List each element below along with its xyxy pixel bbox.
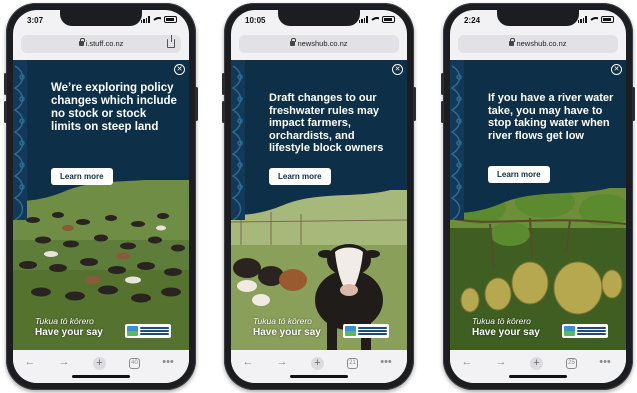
status-time: 2:24 <box>464 16 481 25</box>
signal-icon <box>358 16 368 23</box>
tabs-icon[interactable]: 40 <box>129 358 140 369</box>
ad-headline: If you have a river water take, you may … <box>488 92 614 142</box>
close-icon[interactable]: ✕ <box>611 64 622 75</box>
volume-down-button <box>222 101 225 123</box>
ad-tagline: Tukua tō kōrero <box>253 316 312 326</box>
learn-more-button[interactable]: Learn more <box>51 168 113 185</box>
phone-newshub-2: 2:24 newshub.co.nz ✕ If you have a river… <box>441 3 635 390</box>
ministry-logo <box>562 324 608 338</box>
power-button <box>195 87 198 121</box>
ad-headline: We’re exploring policy changes which inc… <box>51 82 177 133</box>
power-button <box>632 87 635 121</box>
ad-headline: Draft changes to our freshwater rules ma… <box>269 92 384 154</box>
address-bar[interactable]: i.stuff.co.nz <box>21 35 181 53</box>
learn-more-button[interactable]: Learn more <box>488 166 550 183</box>
ad-banner[interactable]: ✕ We’re exploring policy changes which i… <box>13 60 189 350</box>
notch <box>497 10 579 26</box>
more-icon[interactable]: ••• <box>379 356 393 368</box>
more-icon[interactable]: ••• <box>598 356 612 368</box>
have-your-say: Have your say <box>35 327 103 338</box>
status-icons <box>577 16 614 23</box>
wifi-icon <box>153 16 161 23</box>
back-arrow-icon[interactable]: ← <box>460 356 474 368</box>
back-arrow-icon[interactable]: ← <box>23 356 37 368</box>
kowhaiwhai-pattern <box>13 60 27 220</box>
phone-screen: 10:05 newshub.co.nz ✕ Draft changes to o… <box>231 10 407 383</box>
kowhaiwhai-pattern <box>450 60 464 220</box>
phone-newshub-1: 10:05 newshub.co.nz ✕ Draft changes to o… <box>222 3 416 390</box>
ad-banner[interactable]: ✕ Draft changes to our freshwater rules … <box>231 60 407 350</box>
ministry-logo <box>343 324 389 338</box>
wifi-icon <box>590 16 598 23</box>
status-icons <box>358 16 395 23</box>
signal-icon <box>577 16 587 23</box>
battery-icon <box>164 16 177 23</box>
url-text: newshub.co.nz <box>516 39 567 48</box>
volume-up-button <box>4 73 7 95</box>
power-button <box>413 87 416 121</box>
url-text: i.stuff.co.nz <box>85 39 124 48</box>
phone-screen: 3:07 i.stuff.co.nz ✕ We’re exploring pol… <box>13 10 189 383</box>
learn-more-button[interactable]: Learn more <box>269 168 331 185</box>
forward-arrow-icon[interactable]: → <box>494 356 508 368</box>
battery-icon <box>601 16 614 23</box>
forward-arrow-icon[interactable]: → <box>275 356 289 368</box>
have-your-say: Have your say <box>253 327 321 338</box>
browser-toolbar: ← → + 21 ••• <box>231 350 407 383</box>
home-indicator <box>290 375 348 378</box>
address-bar[interactable]: newshub.co.nz <box>458 35 618 53</box>
plus-icon[interactable]: + <box>93 357 106 370</box>
signal-icon <box>140 16 150 23</box>
status-time: 3:07 <box>27 16 44 25</box>
volume-down-button <box>441 101 444 123</box>
lock-icon <box>78 38 85 46</box>
home-indicator <box>509 375 567 378</box>
kowhaiwhai-pattern <box>231 60 245 220</box>
ad-tagline: Tukua tō kōrero <box>35 316 94 326</box>
close-icon[interactable]: ✕ <box>392 64 403 75</box>
plus-icon[interactable]: + <box>530 357 543 370</box>
ad-tagline: Tukua tō kōrero <box>472 316 531 326</box>
notch <box>278 10 360 26</box>
url-text: newshub.co.nz <box>297 39 348 48</box>
notch <box>60 10 142 26</box>
volume-up-button <box>441 73 444 95</box>
lock-icon <box>290 38 297 46</box>
share-icon[interactable] <box>167 35 175 48</box>
wifi-icon <box>371 16 379 23</box>
tabs-icon[interactable]: 21 <box>347 358 358 369</box>
back-arrow-icon[interactable]: ← <box>241 356 255 368</box>
ad-banner[interactable]: ✕ If you have a river water take, you ma… <box>450 60 626 350</box>
volume-up-button <box>222 73 225 95</box>
plus-icon[interactable]: + <box>311 357 324 370</box>
ministry-logo <box>125 324 171 338</box>
address-bar[interactable]: newshub.co.nz <box>239 35 399 53</box>
more-icon[interactable]: ••• <box>161 356 175 368</box>
battery-icon <box>382 16 395 23</box>
browser-toolbar: ← → + 25 ••• <box>450 350 626 383</box>
forward-arrow-icon[interactable]: → <box>57 356 71 368</box>
have-your-say: Have your say <box>472 327 540 338</box>
home-indicator <box>72 375 130 378</box>
phone-screen: 2:24 newshub.co.nz ✕ If you have a river… <box>450 10 626 383</box>
phone-mockup-stage: 3:07 i.stuff.co.nz ✕ We’re exploring pol… <box>0 0 637 393</box>
status-icons <box>140 16 177 23</box>
close-icon[interactable]: ✕ <box>174 64 185 75</box>
status-time: 10:05 <box>245 16 266 25</box>
browser-toolbar: ← → + 40 ••• <box>13 350 189 383</box>
tabs-icon[interactable]: 25 <box>566 358 577 369</box>
lock-icon <box>509 38 516 46</box>
volume-down-button <box>4 101 7 123</box>
phone-stuff: 3:07 i.stuff.co.nz ✕ We’re exploring pol… <box>4 3 198 390</box>
